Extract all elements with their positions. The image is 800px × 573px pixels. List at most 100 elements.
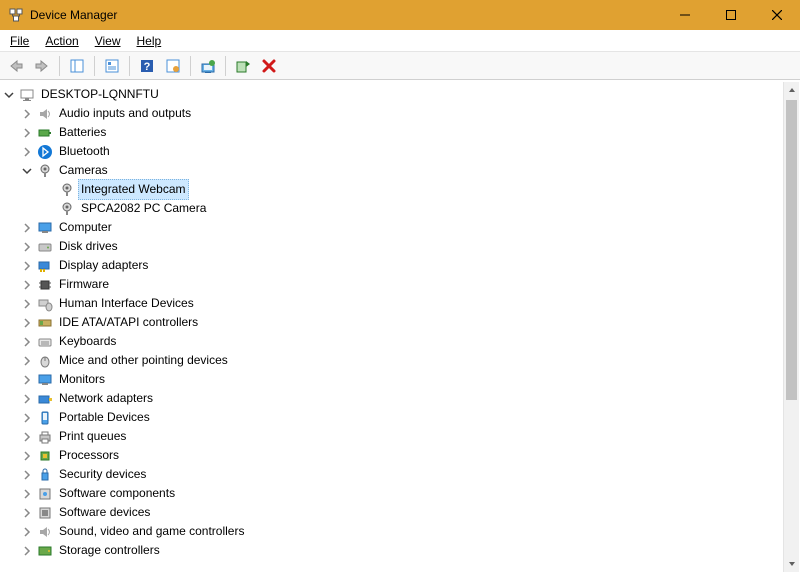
- node-label: IDE ATA/ATAPI controllers: [56, 313, 201, 332]
- update-driver-button[interactable]: [196, 55, 220, 77]
- tree-item-spca-camera[interactable]: SPCA2082 PC Camera: [4, 199, 800, 218]
- close-button[interactable]: [754, 0, 800, 30]
- expander-icon[interactable]: [22, 147, 36, 157]
- network-icon: [36, 391, 54, 407]
- expander-icon[interactable]: [22, 489, 36, 499]
- tree-item-software-devices[interactable]: Software devices: [4, 503, 800, 522]
- tree-item-software-components[interactable]: Software components: [4, 484, 800, 503]
- scroll-up-button[interactable]: [784, 82, 799, 98]
- tree-item-computer[interactable]: Computer: [4, 218, 800, 237]
- expander-icon[interactable]: [22, 242, 36, 252]
- tree-item-security[interactable]: Security devices: [4, 465, 800, 484]
- content-area: DESKTOP-LQNNFTU Audio inputs and outputs…: [0, 80, 800, 573]
- expander-icon[interactable]: [22, 280, 36, 290]
- expander-icon[interactable]: [4, 90, 18, 100]
- bluetooth-icon: [36, 144, 54, 160]
- back-button[interactable]: [4, 55, 28, 77]
- tree-item-network[interactable]: Network adapters: [4, 389, 800, 408]
- tree-item-hid[interactable]: Human Interface Devices: [4, 294, 800, 313]
- maximize-button[interactable]: [708, 0, 754, 30]
- device-tree[interactable]: DESKTOP-LQNNFTU Audio inputs and outputs…: [0, 81, 800, 564]
- uninstall-button[interactable]: [257, 55, 281, 77]
- tree-item-monitors[interactable]: Monitors: [4, 370, 800, 389]
- node-label: Audio inputs and outputs: [56, 104, 194, 123]
- chip-icon: [36, 277, 54, 293]
- node-label: Display adapters: [56, 256, 151, 275]
- menu-file[interactable]: File: [2, 32, 37, 50]
- expander-icon[interactable]: [22, 109, 36, 119]
- tree-item-audio[interactable]: Audio inputs and outputs: [4, 104, 800, 123]
- node-label: Software devices: [56, 503, 153, 522]
- tree-item-display[interactable]: Display adapters: [4, 256, 800, 275]
- expander-icon[interactable]: [22, 337, 36, 347]
- tree-item-storage[interactable]: Storage controllers: [4, 541, 800, 560]
- help-button[interactable]: ?: [135, 55, 159, 77]
- node-label: Disk drives: [56, 237, 121, 256]
- tree-item-keyboards[interactable]: Keyboards: [4, 332, 800, 351]
- tree-item-processors[interactable]: Processors: [4, 446, 800, 465]
- node-label: Processors: [56, 446, 122, 465]
- menu-action[interactable]: Action: [37, 32, 86, 50]
- tree-item-cameras[interactable]: Cameras: [4, 161, 800, 180]
- expander-icon[interactable]: [22, 470, 36, 480]
- computer-icon: [18, 87, 36, 103]
- expander-icon[interactable]: [22, 432, 36, 442]
- speaker-icon: [36, 106, 54, 122]
- node-label: Cameras: [56, 161, 111, 180]
- menu-help[interactable]: Help: [129, 32, 170, 50]
- action-button[interactable]: [161, 55, 185, 77]
- tree-item-printqueues[interactable]: Print queues: [4, 427, 800, 446]
- minimize-button[interactable]: [662, 0, 708, 30]
- expander-icon[interactable]: [22, 451, 36, 461]
- node-label: Keyboards: [56, 332, 119, 351]
- scroll-down-button[interactable]: [784, 556, 799, 572]
- scrollbar-thumb[interactable]: [786, 100, 797, 400]
- scan-hardware-button[interactable]: [231, 55, 255, 77]
- monitor-icon: [36, 220, 54, 236]
- expander-icon[interactable]: [22, 546, 36, 556]
- menubar: File Action View Help: [0, 30, 800, 52]
- menu-view-label: View: [95, 34, 121, 48]
- expander-icon[interactable]: [22, 413, 36, 423]
- node-label: Security devices: [56, 465, 149, 484]
- node-label: Mice and other pointing devices: [56, 351, 231, 370]
- camera-icon: [58, 201, 76, 217]
- display-adapter-icon: [36, 258, 54, 274]
- svg-text:?: ?: [144, 61, 151, 73]
- forward-button[interactable]: [30, 55, 54, 77]
- expander-icon[interactable]: [22, 128, 36, 138]
- tree-item-mice[interactable]: Mice and other pointing devices: [4, 351, 800, 370]
- toolbar-separator: [225, 56, 226, 76]
- expander-icon[interactable]: [22, 223, 36, 233]
- expander-icon[interactable]: [22, 394, 36, 404]
- tree-item-portable[interactable]: Portable Devices: [4, 408, 800, 427]
- expander-icon[interactable]: [22, 508, 36, 518]
- expander-icon[interactable]: [22, 527, 36, 537]
- toolbar-separator: [190, 56, 191, 76]
- expander-icon[interactable]: [22, 261, 36, 271]
- toolbar-separator: [94, 56, 95, 76]
- properties-button[interactable]: [100, 55, 124, 77]
- tree-item-sound[interactable]: Sound, video and game controllers: [4, 522, 800, 541]
- window-title: Device Manager: [30, 8, 117, 22]
- tree-item-firmware[interactable]: Firmware: [4, 275, 800, 294]
- show-hide-tree-button[interactable]: [65, 55, 89, 77]
- node-label: Firmware: [56, 275, 112, 294]
- tree-item-batteries[interactable]: Batteries: [4, 123, 800, 142]
- keyboard-icon: [36, 334, 54, 350]
- expander-icon[interactable]: [22, 318, 36, 328]
- disk-icon: [36, 239, 54, 255]
- toolbar-separator: [59, 56, 60, 76]
- tree-root[interactable]: DESKTOP-LQNNFTU: [4, 85, 800, 104]
- printer-icon: [36, 429, 54, 445]
- vertical-scrollbar[interactable]: [783, 82, 799, 572]
- expander-icon[interactable]: [22, 299, 36, 309]
- expander-icon[interactable]: [22, 166, 36, 176]
- tree-item-ide[interactable]: IDE ATA/ATAPI controllers: [4, 313, 800, 332]
- tree-item-bluetooth[interactable]: Bluetooth: [4, 142, 800, 161]
- expander-icon[interactable]: [22, 375, 36, 385]
- tree-item-diskdrives[interactable]: Disk drives: [4, 237, 800, 256]
- menu-view[interactable]: View: [87, 32, 129, 50]
- tree-item-integrated-webcam[interactable]: Integrated Webcam: [4, 180, 800, 199]
- expander-icon[interactable]: [22, 356, 36, 366]
